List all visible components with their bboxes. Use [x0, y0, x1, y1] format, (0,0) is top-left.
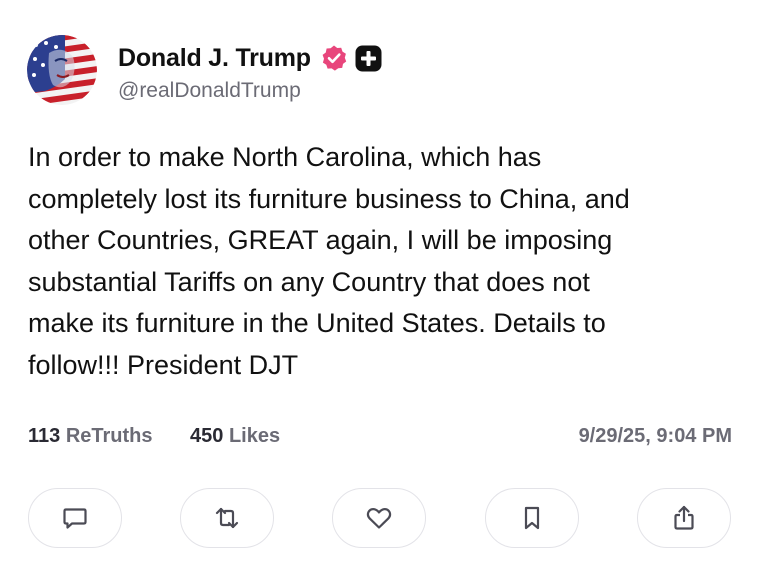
plus-badge-icon — [355, 45, 382, 72]
share-button[interactable] — [637, 488, 731, 548]
comment-icon — [63, 508, 87, 529]
action-bar — [28, 488, 732, 550]
retruths-label: ReTruths — [65, 425, 153, 447]
like-button[interactable] — [332, 488, 426, 548]
user-handle[interactable]: @realDonaldTrump — [118, 79, 301, 103]
avatar-image — [27, 35, 97, 105]
avatar[interactable] — [27, 35, 97, 105]
display-name[interactable]: Donald J. Trump — [118, 44, 311, 73]
share-icon — [674, 505, 694, 530]
verified-badge-icon — [320, 44, 348, 72]
name-row: Donald J. Trump — [118, 41, 382, 75]
retruths-count: 113 — [28, 425, 61, 447]
bookmark-button[interactable] — [485, 488, 579, 548]
likes-count: 450 — [190, 425, 224, 447]
retruth-button[interactable] — [180, 488, 274, 548]
likes-stat[interactable]: 450 Likes — [190, 425, 280, 448]
truth-post: Donald J. Trump @realDonaldTrump In orde… — [0, 0, 760, 573]
reply-button[interactable] — [28, 488, 122, 548]
post-text: In order to make North Carolina, which h… — [28, 142, 630, 380]
heart-icon — [366, 508, 392, 529]
repost-icon — [215, 507, 239, 529]
retruths-stat[interactable]: 113 ReTruths — [28, 425, 153, 448]
stats-row: 113 ReTruths 450 Likes 9/29/25, 9:04 PM — [28, 425, 732, 455]
post-timestamp[interactable]: 9/29/25, 9:04 PM — [579, 425, 732, 448]
likes-label: Likes — [228, 425, 281, 447]
bookmark-icon — [524, 506, 540, 530]
